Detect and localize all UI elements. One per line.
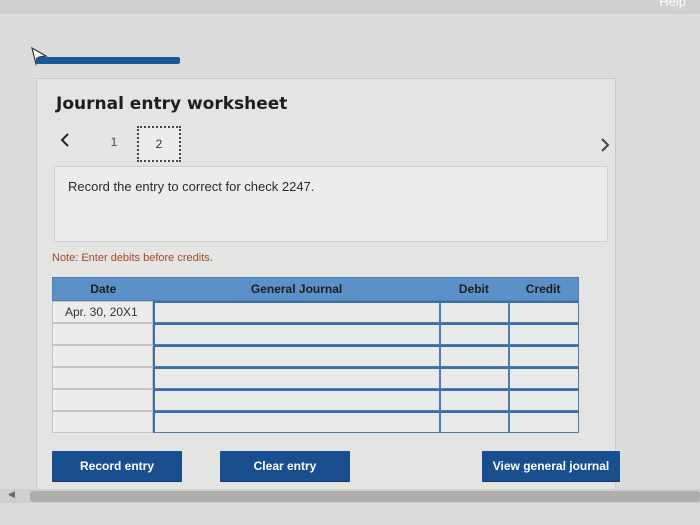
view-general-journal-button[interactable]: View general journal bbox=[482, 451, 620, 481]
table-row bbox=[52, 367, 579, 389]
table-header: Date General Journal Debit Credit bbox=[52, 277, 579, 301]
next-page-button[interactable] bbox=[598, 135, 614, 157]
credit-input[interactable] bbox=[509, 301, 579, 323]
page-tab-1[interactable]: 1 bbox=[108, 135, 120, 149]
header-date: Date bbox=[90, 282, 117, 296]
date-cell[interactable] bbox=[52, 345, 153, 367]
clear-entry-button[interactable]: Clear entry bbox=[220, 451, 350, 481]
debit-input[interactable] bbox=[440, 301, 509, 323]
date-cell[interactable]: Apr. 30, 20X1 bbox=[52, 301, 153, 323]
date-cell[interactable] bbox=[52, 389, 153, 411]
debit-input[interactable] bbox=[440, 411, 509, 433]
credit-input[interactable] bbox=[509, 323, 579, 345]
general-journal-input[interactable] bbox=[153, 301, 440, 323]
general-journal-input[interactable] bbox=[153, 345, 440, 367]
journal-table: Date General Journal Debit Credit Apr. 3… bbox=[52, 277, 579, 433]
debit-input[interactable] bbox=[440, 323, 509, 345]
debit-input[interactable] bbox=[440, 389, 509, 411]
credit-input[interactable] bbox=[509, 389, 579, 411]
credit-input[interactable] bbox=[509, 345, 579, 367]
note-text: Note: Enter debits before credits. bbox=[52, 252, 213, 264]
header-debit: Debit bbox=[458, 282, 489, 296]
worksheet-title: Journal entry worksheet bbox=[56, 94, 288, 114]
general-journal-input[interactable] bbox=[153, 411, 440, 433]
chevron-left-icon bbox=[60, 133, 69, 147]
chevron-right-icon bbox=[601, 138, 610, 152]
credit-input[interactable] bbox=[509, 367, 579, 389]
progress-bar bbox=[36, 57, 180, 64]
browser-top-bar bbox=[0, 0, 700, 14]
table-row: Apr. 30, 20X1 bbox=[52, 301, 579, 323]
scroll-left-arrow-icon[interactable]: ◀ bbox=[8, 489, 15, 500]
credit-input[interactable] bbox=[509, 411, 579, 433]
date-cell[interactable] bbox=[52, 411, 153, 433]
general-journal-input[interactable] bbox=[153, 323, 440, 345]
table-row bbox=[52, 323, 579, 345]
scrollbar-thumb[interactable] bbox=[30, 491, 700, 502]
prompt-box bbox=[54, 166, 608, 242]
date-cell[interactable] bbox=[52, 323, 153, 345]
debit-input[interactable] bbox=[440, 345, 509, 367]
debit-input[interactable] bbox=[440, 367, 509, 389]
general-journal-input[interactable] bbox=[153, 367, 440, 389]
table-row bbox=[52, 389, 579, 411]
table-row bbox=[52, 345, 579, 367]
header-general-journal: General Journal bbox=[250, 282, 343, 296]
page-tab-2[interactable]: 2 bbox=[137, 126, 181, 162]
table-row bbox=[52, 411, 579, 433]
previous-page-button[interactable] bbox=[58, 130, 74, 152]
record-entry-button[interactable]: Record entry bbox=[52, 451, 182, 481]
general-journal-input[interactable] bbox=[153, 389, 440, 411]
prompt-text: Record the entry to correct for check 22… bbox=[68, 179, 315, 194]
header-credit: Credit bbox=[525, 282, 561, 296]
date-cell[interactable] bbox=[52, 367, 153, 389]
help-link[interactable]: Help bbox=[659, 0, 686, 9]
